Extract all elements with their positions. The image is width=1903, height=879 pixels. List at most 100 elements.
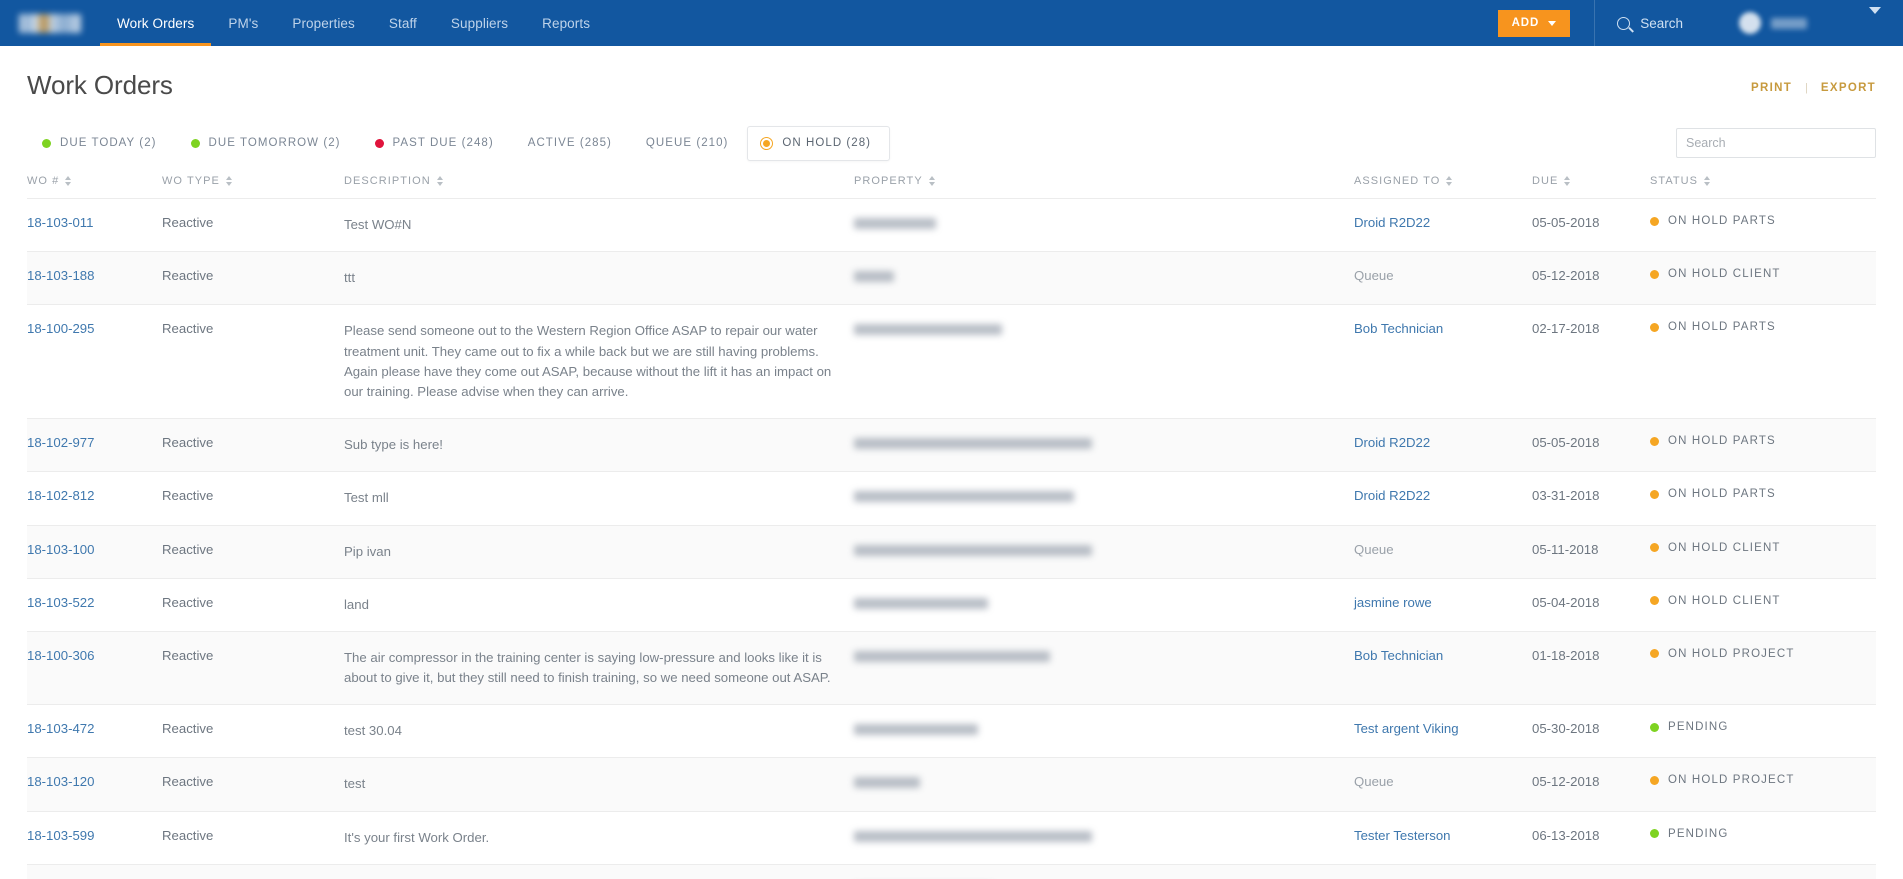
nav-item-properties[interactable]: Properties — [275, 0, 372, 46]
cell-due-date: 03-31-2018 — [1532, 488, 1600, 504]
global-search[interactable]: Search — [1595, 16, 1703, 31]
sort-arrows-icon[interactable] — [65, 176, 72, 186]
sort-arrows-icon[interactable] — [1446, 176, 1453, 186]
table-row[interactable]: 18-100-295 Reactive Please send someone ou… — [27, 304, 1876, 419]
assignee-link[interactable]: Tester Testerson — [1354, 828, 1451, 843]
filter-tab-queue[interactable]: QUEUE (210) — [631, 126, 748, 160]
column-header-due[interactable]: DUE — [1532, 175, 1650, 199]
sort-arrows-icon[interactable] — [928, 176, 935, 186]
nav-item-staff[interactable]: Staff — [372, 0, 434, 46]
filter-tab-due-tomorrow[interactable]: DUE TOMORROW (2) — [176, 126, 360, 160]
sort-arrows-icon[interactable] — [1704, 176, 1711, 186]
assignee-link[interactable]: Test argent Viking — [1354, 721, 1459, 736]
cell-assigned-to: jasmine rowe — [1354, 578, 1532, 631]
sort-arrows-icon[interactable] — [436, 176, 443, 186]
add-button[interactable]: ADD — [1497, 9, 1571, 37]
status-badge: ON HOLD PARTS — [1650, 435, 1876, 447]
status-dot-icon — [1650, 436, 1659, 446]
filter-tab-on-hold[interactable]: ON HOLD (28) — [747, 125, 891, 161]
page-header: Work Orders PRINT | EXPORT — [0, 46, 1903, 101]
work-order-link[interactable]: 18-103-522 — [27, 595, 94, 610]
property-name-redacted — [854, 777, 920, 789]
work-order-link[interactable]: 18-103-472 — [27, 721, 94, 736]
cell-wo-type: Reactive — [162, 541, 214, 557]
table-row[interactable]: 18-103-011 Reactive Test WO#N Droid R2D22 05… — [27, 198, 1876, 252]
logo-image — [19, 13, 81, 33]
table-row[interactable]: 18-102-977 Reactive Sub type is here! Droid… — [27, 418, 1876, 472]
cell-wo-type: Reactive — [162, 321, 214, 337]
column-header-status[interactable]: STATUS — [1650, 175, 1876, 199]
column-header-description[interactable]: DESCRIPTION — [344, 175, 854, 199]
filter-tab-label: ACTIVE (285) — [527, 137, 612, 149]
status-dot-icon — [1650, 775, 1659, 785]
cell-status: ON HOLD CLIENT — [1650, 252, 1876, 305]
assignee-link[interactable]: Droid R2D22 — [1354, 435, 1430, 450]
sort-arrows-icon[interactable] — [225, 176, 232, 186]
cell-due-date: 05-12-2018 — [1532, 774, 1600, 790]
cell-assigned-to: Droid R2D22 — [1354, 199, 1532, 252]
app-logo[interactable] — [0, 0, 100, 46]
work-order-link[interactable]: 18-102-812 — [27, 488, 94, 503]
status-dot-icon — [42, 138, 51, 148]
work-order-link[interactable]: 18-103-188 — [27, 268, 94, 283]
table-row[interactable]: 18-103-188 Reactive ttt Queue 05-12-2018 ON H… — [27, 251, 1876, 305]
nav-item-reports[interactable]: Reports — [525, 0, 607, 46]
work-order-link[interactable]: 18-103-599 — [27, 828, 94, 843]
user-menu[interactable] — [1703, 12, 1807, 34]
table-row[interactable]: 18-102-812 Reactive Test mll Droid R2D22 03-… — [27, 471, 1876, 525]
filter-tab-past-due[interactable]: PAST DUE (248) — [360, 126, 513, 160]
nav-item-work-orders[interactable]: Work Orders — [100, 0, 212, 46]
cell-status: PENDING — [1650, 705, 1876, 758]
status-badge: PENDING — [1650, 721, 1876, 733]
table-row[interactable]: 18-100-306 Reactive The air compressor in … — [27, 631, 1876, 705]
column-header-wo[interactable]: WO # — [27, 175, 162, 199]
cell-description: Pip ivan — [344, 543, 391, 559]
cell-wo-number: 18-103-472 — [27, 705, 162, 758]
print-link[interactable]: PRINT — [1751, 82, 1792, 94]
table-header-row: WO # WO TYPE DESCRIPTION PROPERTY ASSIGNED T… — [27, 175, 1876, 199]
table-row[interactable]: 18-103-522 Reactive land jasmine rowe 05-04-… — [27, 578, 1876, 631]
work-order-link[interactable]: 18-103-120 — [27, 774, 94, 789]
column-header-property[interactable]: PROPERTY — [854, 175, 1354, 199]
filter-tab-due-today[interactable]: DUE TODAY (2) — [27, 126, 176, 160]
work-order-link[interactable]: 18-103-011 — [27, 215, 93, 230]
nav-item-suppliers[interactable]: Suppliers — [434, 0, 525, 46]
work-order-link[interactable]: 18-102-977 — [27, 435, 94, 450]
table-row[interactable]: 18-103-472 Reactive test 30.04 Test argent … — [27, 704, 1876, 758]
column-header-label: PROPERTY — [854, 175, 923, 187]
work-order-link[interactable]: 18-103-100 — [27, 542, 94, 557]
cell-description: It's your first Work Order. — [344, 829, 490, 845]
table-row[interactable]: 18-100-297ReactiveWO Description text go… — [27, 864, 1876, 879]
search-input[interactable] — [1676, 128, 1876, 158]
cell-property — [854, 472, 1354, 525]
cell-wo-type: Reactive — [162, 268, 214, 284]
assignee-link[interactable]: Bob Technician — [1354, 321, 1443, 336]
table-row[interactable]: 18-103-120 Reactive test Queue 05-12-2018 ON … — [27, 757, 1876, 812]
nav-item-pm-s[interactable]: PM's — [211, 0, 275, 46]
property-name-redacted — [854, 650, 1050, 662]
column-header-assigned-to[interactable]: ASSIGNED TO — [1354, 175, 1532, 199]
table-row[interactable]: 18-103-599 Reactive It's your first Work O… — [27, 811, 1876, 864]
sort-arrows-icon[interactable] — [1564, 176, 1571, 186]
work-order-link[interactable]: 18-100-295 — [27, 321, 94, 336]
assignee-link[interactable]: Droid R2D22 — [1354, 488, 1430, 503]
column-header-label: WO TYPE — [162, 175, 220, 187]
assignee-link[interactable]: jasmine rowe — [1354, 595, 1432, 610]
filter-tab-active[interactable]: ACTIVE (285) — [513, 126, 631, 160]
cell-assigned-to: Test argent Viking — [1354, 705, 1532, 758]
column-header-label: DUE — [1532, 175, 1559, 187]
work-order-link[interactable]: 18-100-306 — [27, 648, 94, 663]
user-menu-toggle[interactable] — [1869, 7, 1881, 32]
assignee-link[interactable]: Bob Technician — [1354, 648, 1443, 663]
cell-property — [854, 305, 1354, 419]
assignee-link[interactable]: Droid R2D22 — [1354, 215, 1430, 230]
table-row[interactable]: 18-103-100 Reactive Pip ivan Queue 05-11-201… — [27, 525, 1876, 579]
column-header-wo-type[interactable]: WO TYPE — [162, 175, 344, 199]
cell-description: test 30.04 — [344, 723, 402, 739]
cell-property — [854, 419, 1354, 472]
global-search-label: Search — [1640, 15, 1683, 31]
export-link[interactable]: EXPORT — [1821, 82, 1876, 94]
cell-description: Test mll — [344, 490, 389, 506]
cell-property — [854, 758, 1354, 811]
cell-status: ON HOLD PROJECT — [1650, 758, 1876, 811]
